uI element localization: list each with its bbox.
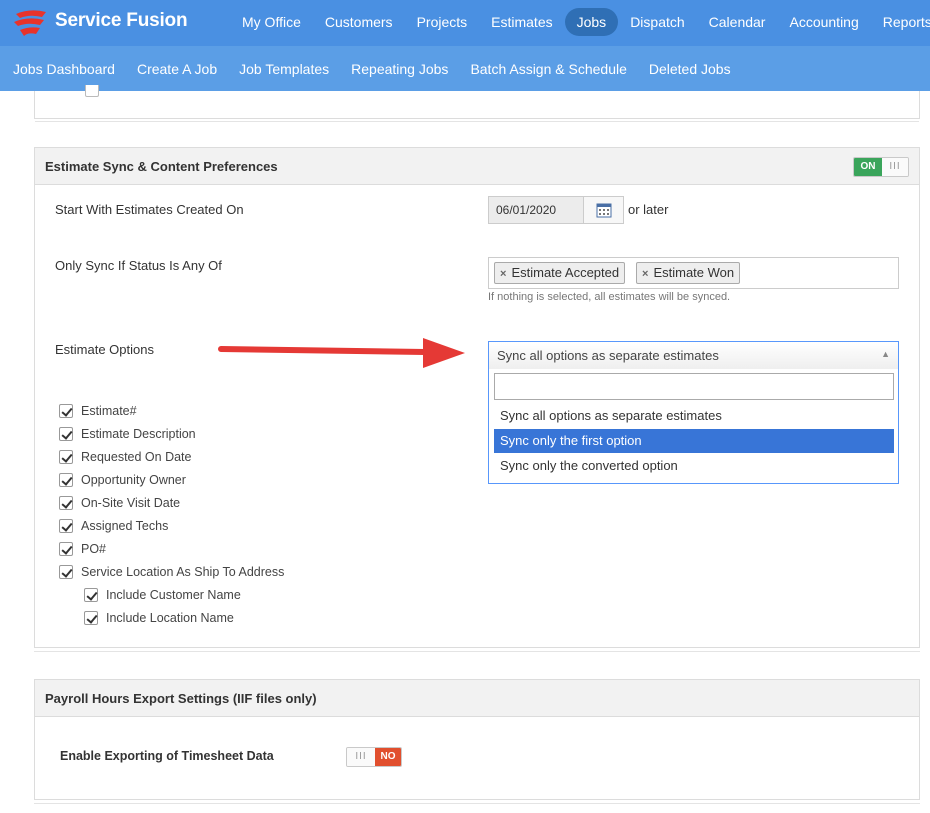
checkbox-label: Service Location As Ship To Address <box>81 565 285 579</box>
panel-title: Payroll Hours Export Settings (IIF files… <box>45 691 317 706</box>
status-tag-label: Estimate Accepted <box>511 265 620 280</box>
checkbox-service-location[interactable] <box>59 565 73 579</box>
estimate-options-dropdown: Sync all options as separate estimates S… <box>488 369 899 484</box>
subnav-jobs-dashboard[interactable]: Jobs Dashboard <box>0 61 126 77</box>
dropdown-option-highlighted[interactable]: Sync only the first option <box>494 429 894 453</box>
previous-panel-footer <box>34 85 920 122</box>
subnav-repeating-jobs[interactable]: Repeating Jobs <box>340 61 459 77</box>
checkbox-label: On-Site Visit Date <box>81 496 181 510</box>
panel-header: Payroll Hours Export Settings (IIF files… <box>35 680 919 717</box>
checkbox-label: Include Location Name <box>106 611 234 625</box>
panel-title: Estimate Sync & Content Preferences <box>45 159 278 174</box>
dropdown-search-input[interactable] <box>494 373 894 400</box>
dropdown-option[interactable]: Sync only the converted option <box>494 454 894 478</box>
nav-my-office[interactable]: My Office <box>230 8 313 36</box>
main-nav: My Office Customers Projects Estimates J… <box>230 8 930 36</box>
service-fusion-logo-icon[interactable] <box>12 8 52 40</box>
jobs-subnav-bar: Jobs Dashboard Create A Job Job Template… <box>0 46 930 91</box>
checkbox-label: Opportunity Owner <box>81 473 186 487</box>
start-date-input[interactable]: 06/01/2020 <box>488 196 584 224</box>
checkbox-include-location-name[interactable] <box>84 611 98 625</box>
enable-timesheet-label: Enable Exporting of Timesheet Data <box>60 749 274 763</box>
checkbox-label: PO# <box>81 542 107 556</box>
checkbox-on-site-visit-date[interactable] <box>59 496 73 510</box>
payroll-export-panel: Payroll Hours Export Settings (IIF files… <box>34 679 920 804</box>
checkbox-label: Estimate# <box>81 404 137 418</box>
calendar-icon <box>596 203 612 218</box>
nav-accounting[interactable]: Accounting <box>777 8 870 36</box>
checkbox-label: Requested On Date <box>81 450 192 464</box>
checkbox-estimate-number[interactable] <box>59 404 73 418</box>
subnav-create-a-job[interactable]: Create A Job <box>126 61 228 77</box>
subnav-batch-assign[interactable]: Batch Assign & Schedule <box>459 61 637 77</box>
nav-jobs[interactable]: Jobs <box>564 8 619 36</box>
partial-checkbox[interactable] <box>85 85 99 97</box>
checkbox-estimate-description[interactable] <box>59 427 73 441</box>
panel-header: Estimate Sync & Content Preferences ON I… <box>35 148 919 185</box>
toggle-grip-icon: III <box>347 748 375 766</box>
nav-customers[interactable]: Customers <box>313 8 405 36</box>
nav-estimates[interactable]: Estimates <box>479 8 564 36</box>
checkbox-opportunity-owner[interactable] <box>59 473 73 487</box>
remove-tag-icon[interactable]: × <box>642 268 648 280</box>
annotation-arrow-icon <box>218 338 465 368</box>
remove-tag-icon[interactable]: × <box>500 268 506 280</box>
start-date-label: Start With Estimates Created On <box>55 202 244 217</box>
checkbox-assigned-techs[interactable] <box>59 519 73 533</box>
checkbox-requested-on-date[interactable] <box>59 450 73 464</box>
toggle-off-label: NO <box>375 748 401 766</box>
or-later-text: or later <box>628 202 669 217</box>
status-filter-label: Only Sync If Status Is Any Of <box>55 258 222 273</box>
calendar-button[interactable] <box>583 196 624 224</box>
top-navbar: Service Fusion My Office Customers Proje… <box>0 0 930 46</box>
nav-dispatch[interactable]: Dispatch <box>618 8 696 36</box>
caret-up-icon: ▲ <box>881 349 890 359</box>
estimate-options-select[interactable]: Sync all options as separate estimates ▲ <box>488 341 899 370</box>
toggle-grip-icon: III <box>882 158 908 176</box>
estimate-sync-toggle[interactable]: ON III <box>853 157 909 177</box>
status-tag: × Estimate Won <box>636 262 741 284</box>
subnav-job-templates[interactable]: Job Templates <box>228 61 340 77</box>
jobs-subnav: Jobs Dashboard Create A Job Job Template… <box>0 46 742 91</box>
status-tag-label: Estimate Won <box>653 265 735 280</box>
checkbox-label: Assigned Techs <box>81 519 169 533</box>
nav-calendar[interactable]: Calendar <box>697 8 778 36</box>
status-hint: If nothing is selected, all estimates wi… <box>488 291 731 303</box>
nav-projects[interactable]: Projects <box>405 8 480 36</box>
selected-option: Sync all options as separate estimates <box>497 348 719 363</box>
timesheet-export-toggle[interactable]: III NO <box>346 747 402 767</box>
status-tag: × Estimate Accepted <box>494 262 626 284</box>
checkbox-include-customer-name[interactable] <box>84 588 98 602</box>
toggle-on-label: ON <box>854 158 882 176</box>
dropdown-option[interactable]: Sync all options as separate estimates <box>494 404 894 428</box>
checkbox-po-number[interactable] <box>59 542 73 556</box>
checkbox-label: Estimate Description <box>81 427 196 441</box>
status-multiselect[interactable]: × Estimate Accepted × Estimate Won <box>488 257 899 289</box>
checkbox-label: Include Customer Name <box>106 588 241 602</box>
nav-reports[interactable]: Reports <box>871 8 930 36</box>
subnav-deleted-jobs[interactable]: Deleted Jobs <box>638 61 742 77</box>
brand-name[interactable]: Service Fusion <box>55 10 188 32</box>
estimate-options-label: Estimate Options <box>55 342 154 357</box>
